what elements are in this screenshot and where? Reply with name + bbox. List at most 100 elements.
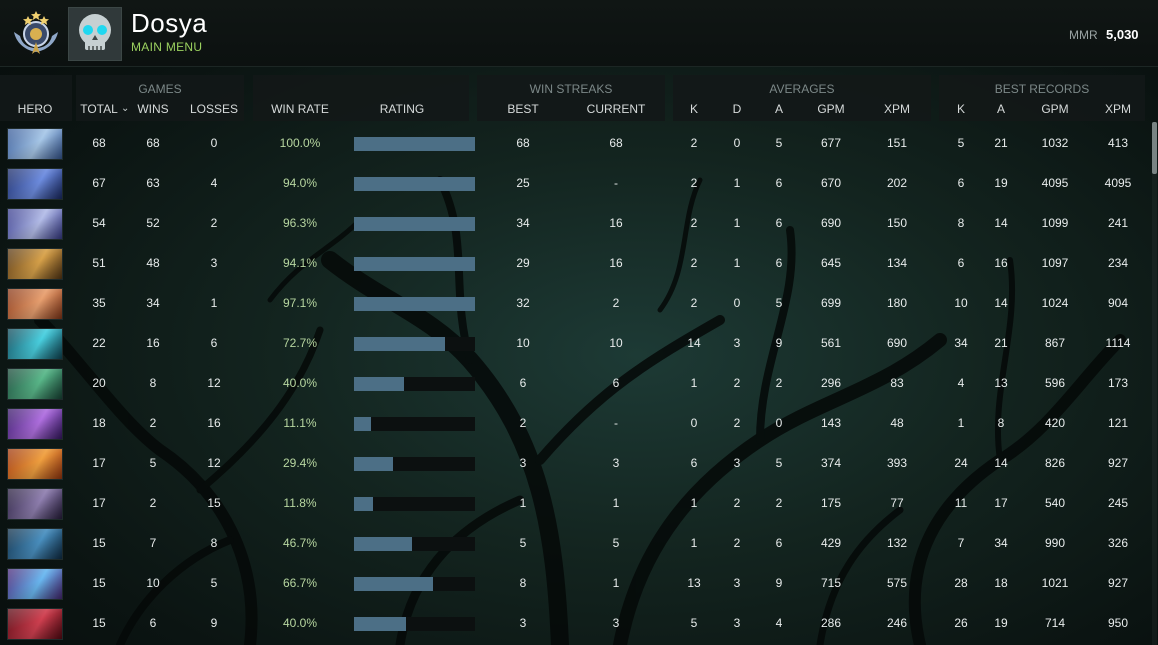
portrait-shine <box>8 569 62 599</box>
col-losses[interactable]: LOSSES <box>188 102 240 116</box>
rating-bar-fill <box>354 337 445 351</box>
main-menu-link[interactable]: MAIN MENU <box>131 40 202 54</box>
cell-wins: 5 <box>149 456 157 470</box>
rating-bar <box>354 257 475 271</box>
cell-total: 15 <box>92 616 106 630</box>
hero-portrait[interactable] <box>7 568 63 600</box>
hero-portrait[interactable] <box>7 288 63 320</box>
vertical-scrollbar[interactable] <box>1152 122 1157 645</box>
cell-best-gpm: 4095 <box>1041 176 1069 190</box>
col-streak-current[interactable]: CURRENT <box>580 102 652 116</box>
rating-bar-fill <box>354 577 433 591</box>
col-avg-xpm[interactable]: XPM <box>879 102 915 116</box>
cell-total: 67 <box>92 176 106 190</box>
table-row[interactable]: 20 8 12 40.0% 6 6 1 2 2 296 83 4 13 596 173 <box>0 364 1158 404</box>
cell-streak-current: 68 <box>609 136 623 150</box>
table-row[interactable]: 15 10 5 66.7% 8 1 13 3 9 715 575 28 18 1021 927 <box>0 564 1158 604</box>
col-hero[interactable]: HERO <box>8 102 62 116</box>
cell-d: 3 <box>733 616 741 630</box>
player-avatar[interactable] <box>68 7 122 61</box>
hero-portrait[interactable] <box>7 408 63 440</box>
col-avg-a[interactable]: A <box>768 102 790 116</box>
cell-d: 0 <box>733 136 741 150</box>
portrait-shine <box>8 369 62 399</box>
cell-k: 2 <box>690 296 698 310</box>
cell-a: 6 <box>775 536 783 550</box>
table-row[interactable]: 22 16 6 72.7% 10 10 14 3 9 561 690 34 21 867 1114 <box>0 324 1158 364</box>
table-row[interactable]: 68 68 0 100.0% 68 68 2 0 5 677 151 5 21 1032 413 <box>0 124 1158 164</box>
cell-win-rate: 40.0% <box>282 376 318 390</box>
hero-portrait[interactable] <box>7 448 63 480</box>
cell-best-k: 24 <box>954 456 968 470</box>
col-best-xpm[interactable]: XPM <box>1100 102 1136 116</box>
table-row[interactable]: 15 6 9 40.0% 3 3 5 3 4 286 246 26 19 714 950 <box>0 604 1158 644</box>
cell-xpm: 246 <box>886 616 908 630</box>
cell-losses: 6 <box>210 336 218 350</box>
col-best-k[interactable]: K <box>950 102 972 116</box>
portrait-shine <box>8 129 62 159</box>
cell-best-a: 13 <box>994 376 1008 390</box>
col-total[interactable]: TOTAL <box>78 102 120 116</box>
col-streak-best[interactable]: BEST <box>500 102 546 116</box>
cell-total: 18 <box>92 416 106 430</box>
cell-best-xpm: 927 <box>1107 576 1129 590</box>
cell-wins: 10 <box>146 576 160 590</box>
cell-losses: 16 <box>207 416 221 430</box>
cell-losses: 5 <box>210 576 218 590</box>
cell-gpm: 561 <box>820 336 842 350</box>
hero-portrait[interactable] <box>7 528 63 560</box>
col-avg-k[interactable]: K <box>683 102 705 116</box>
cell-best-xpm: 950 <box>1107 616 1129 630</box>
hero-portrait[interactable] <box>7 608 63 640</box>
table-row[interactable]: 67 63 4 94.0% 25 - 2 1 6 670 202 6 19 4095 4095 <box>0 164 1158 204</box>
cell-xpm: 202 <box>886 176 908 190</box>
cell-best-a: 14 <box>994 216 1008 230</box>
cell-best-gpm: 990 <box>1044 536 1066 550</box>
hero-portrait[interactable] <box>7 128 63 160</box>
col-rating[interactable]: RATING <box>354 102 450 116</box>
hero-portrait[interactable] <box>7 248 63 280</box>
rating-bar <box>354 537 475 551</box>
table-row[interactable]: 35 34 1 97.1% 32 2 2 0 5 699 180 10 14 1024 904 <box>0 284 1158 324</box>
cell-gpm: 699 <box>820 296 842 310</box>
cell-streak-current: 2 <box>612 296 620 310</box>
skull-icon <box>69 8 121 60</box>
col-avg-gpm[interactable]: GPM <box>812 102 850 116</box>
cell-total: 68 <box>92 136 106 150</box>
cell-gpm: 143 <box>820 416 842 430</box>
cell-win-rate: 66.7% <box>282 576 318 590</box>
table-row[interactable]: 18 2 16 11.1% 2-0 2 0 143 48 1 8 420 121 <box>0 404 1158 444</box>
portrait-shine <box>8 209 62 239</box>
hero-portrait[interactable] <box>7 488 63 520</box>
chevron-down-icon[interactable]: ⌄ <box>121 103 129 114</box>
table-row[interactable]: 15 7 8 46.7% 5 5 1 2 6 429 132 7 34 990 326 <box>0 524 1158 564</box>
col-best-gpm[interactable]: GPM <box>1036 102 1074 116</box>
cell-best-a: 14 <box>994 456 1008 470</box>
cell-a: 9 <box>775 336 783 350</box>
table-row[interactable]: 51 48 3 94.1% 29 16 2 1 6 645 134 6 16 1097 234 <box>0 244 1158 284</box>
cell-streak-current: - <box>614 416 618 430</box>
cell-gpm: 296 <box>820 376 842 390</box>
hero-portrait[interactable] <box>7 368 63 400</box>
hero-portrait[interactable] <box>7 168 63 200</box>
cell-streak-best: 3 <box>519 616 527 630</box>
cell-best-k: 5 <box>957 136 965 150</box>
table-row[interactable]: 54 52 2 96.3% 34 16 2 1 6 690 150 8 14 1099 241 <box>0 204 1158 244</box>
cell-win-rate: 94.1% <box>282 256 318 270</box>
cell-xpm: 393 <box>886 456 908 470</box>
cell-best-k: 10 <box>954 296 968 310</box>
cell-best-xpm: 234 <box>1107 256 1129 270</box>
col-best-a[interactable]: A <box>990 102 1012 116</box>
cell-best-gpm: 867 <box>1044 336 1066 350</box>
table-row[interactable]: 17 2 15 11.8% 1 1 1 2 2 175 77 11 17 540 245 <box>0 484 1158 524</box>
cell-k: 2 <box>690 176 698 190</box>
table-row[interactable]: 17 5 12 29.4% 3 3 6 3 5 374 393 24 14 826 927 <box>0 444 1158 484</box>
hero-portrait[interactable] <box>7 208 63 240</box>
hero-portrait[interactable] <box>7 328 63 360</box>
col-avg-d[interactable]: D <box>726 102 748 116</box>
col-wins[interactable]: WINS <box>134 102 172 116</box>
cell-streak-current: 3 <box>612 616 620 630</box>
scrollbar-thumb[interactable] <box>1152 122 1157 174</box>
col-win-rate[interactable]: WIN RATE <box>264 102 336 116</box>
cell-streak-best: 10 <box>516 336 530 350</box>
